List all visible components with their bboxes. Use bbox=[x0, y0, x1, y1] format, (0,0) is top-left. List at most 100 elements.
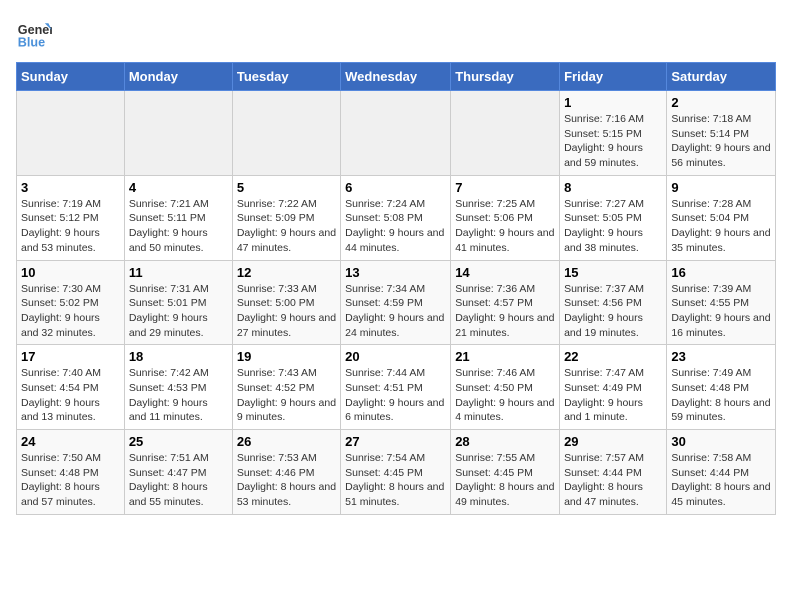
calendar-table: SundayMondayTuesdayWednesdayThursdayFrid… bbox=[16, 62, 776, 515]
calendar-cell: 14Sunrise: 7:36 AM Sunset: 4:57 PM Dayli… bbox=[451, 260, 560, 345]
day-info: Sunrise: 7:24 AM Sunset: 5:08 PM Dayligh… bbox=[345, 197, 446, 256]
day-number: 9 bbox=[671, 180, 771, 195]
calendar-cell: 25 Sunrise: 7:51 AM Sunset: 4:47 PM Dayli… bbox=[124, 430, 232, 515]
calendar-cell: 3Sunrise: 7:19 AM Sunset: 5:12 PM Daylig… bbox=[17, 175, 125, 260]
day-info: Sunrise: 7:58 AM Sunset: 4:44 PM Dayligh… bbox=[671, 451, 771, 510]
calendar-cell: 20 Sunrise: 7:44 AM Sunset: 4:51 PM Dayli… bbox=[341, 345, 451, 430]
weekday-header-friday: Friday bbox=[560, 63, 667, 91]
day-number: 16 bbox=[671, 265, 771, 280]
day-number: 12 bbox=[237, 265, 336, 280]
day-info: Sunrise: 7:57 AM Sunset: 4:44 PM Dayligh… bbox=[564, 451, 662, 510]
calendar-cell: 10 Sunrise: 7:30 AM Sunset: 5:02 PM Dayli… bbox=[17, 260, 125, 345]
logo-icon: General Blue bbox=[16, 16, 52, 52]
day-number: 22 bbox=[564, 349, 662, 364]
day-info: Sunrise: 7:50 AM Sunset: 4:48 PM Dayligh… bbox=[21, 451, 120, 510]
day-info: Sunrise: 7:43 AM Sunset: 4:52 PM Dayligh… bbox=[237, 366, 336, 425]
day-number: 5 bbox=[237, 180, 336, 195]
day-info: Sunrise: 7:22 AM Sunset: 5:09 PM Dayligh… bbox=[237, 197, 336, 256]
day-number: 2 bbox=[671, 95, 771, 110]
weekday-header-wednesday: Wednesday bbox=[341, 63, 451, 91]
day-info: Sunrise: 7:21 AM Sunset: 5:11 PM Dayligh… bbox=[129, 197, 228, 256]
day-info: Sunrise: 7:18 AM Sunset: 5:14 PM Dayligh… bbox=[671, 112, 771, 171]
calendar-cell: 30 Sunrise: 7:58 AM Sunset: 4:44 PM Dayli… bbox=[667, 430, 776, 515]
header: General Blue bbox=[16, 16, 776, 52]
calendar-cell: 26 Sunrise: 7:53 AM Sunset: 4:46 PM Dayli… bbox=[232, 430, 340, 515]
calendar-cell: 2 Sunrise: 7:18 AM Sunset: 5:14 PM Daylig… bbox=[667, 91, 776, 176]
day-number: 3 bbox=[21, 180, 120, 195]
calendar-cell: 22Sunrise: 7:47 AM Sunset: 4:49 PM Dayli… bbox=[560, 345, 667, 430]
weekday-header-sunday: Sunday bbox=[17, 63, 125, 91]
day-number: 13 bbox=[345, 265, 446, 280]
calendar-cell: 18 Sunrise: 7:42 AM Sunset: 4:53 PM Dayli… bbox=[124, 345, 232, 430]
calendar-cell: 12 Sunrise: 7:33 AM Sunset: 5:00 PM Dayli… bbox=[232, 260, 340, 345]
calendar-cell bbox=[232, 91, 340, 176]
day-info: Sunrise: 7:33 AM Sunset: 5:00 PM Dayligh… bbox=[237, 282, 336, 341]
calendar-week-row: 24 Sunrise: 7:50 AM Sunset: 4:48 PM Dayli… bbox=[17, 430, 776, 515]
day-number: 28 bbox=[455, 434, 555, 449]
day-info: Sunrise: 7:34 AM Sunset: 4:59 PM Dayligh… bbox=[345, 282, 446, 341]
calendar-cell: 15Sunrise: 7:37 AM Sunset: 4:56 PM Dayli… bbox=[560, 260, 667, 345]
calendar-cell bbox=[17, 91, 125, 176]
day-number: 18 bbox=[129, 349, 228, 364]
calendar-cell bbox=[451, 91, 560, 176]
calendar-cell: 6Sunrise: 7:24 AM Sunset: 5:08 PM Daylig… bbox=[341, 175, 451, 260]
day-info: Sunrise: 7:46 AM Sunset: 4:50 PM Dayligh… bbox=[455, 366, 555, 425]
day-number: 4 bbox=[129, 180, 228, 195]
day-info: Sunrise: 7:42 AM Sunset: 4:53 PM Dayligh… bbox=[129, 366, 228, 425]
weekday-header-tuesday: Tuesday bbox=[232, 63, 340, 91]
calendar-cell: 16 Sunrise: 7:39 AM Sunset: 4:55 PM Dayli… bbox=[667, 260, 776, 345]
calendar-week-row: 3Sunrise: 7:19 AM Sunset: 5:12 PM Daylig… bbox=[17, 175, 776, 260]
day-info: Sunrise: 7:30 AM Sunset: 5:02 PM Dayligh… bbox=[21, 282, 120, 341]
day-number: 29 bbox=[564, 434, 662, 449]
day-info: Sunrise: 7:31 AM Sunset: 5:01 PM Dayligh… bbox=[129, 282, 228, 341]
day-info: Sunrise: 7:49 AM Sunset: 4:48 PM Dayligh… bbox=[671, 366, 771, 425]
calendar-cell: 8 Sunrise: 7:27 AM Sunset: 5:05 PM Daylig… bbox=[560, 175, 667, 260]
calendar-cell: 17Sunrise: 7:40 AM Sunset: 4:54 PM Dayli… bbox=[17, 345, 125, 430]
calendar-cell: 4 Sunrise: 7:21 AM Sunset: 5:11 PM Daylig… bbox=[124, 175, 232, 260]
day-number: 26 bbox=[237, 434, 336, 449]
day-info: Sunrise: 7:27 AM Sunset: 5:05 PM Dayligh… bbox=[564, 197, 662, 256]
day-number: 20 bbox=[345, 349, 446, 364]
calendar-cell: 24 Sunrise: 7:50 AM Sunset: 4:48 PM Dayli… bbox=[17, 430, 125, 515]
weekday-header-thursday: Thursday bbox=[451, 63, 560, 91]
calendar-cell: 29 Sunrise: 7:57 AM Sunset: 4:44 PM Dayli… bbox=[560, 430, 667, 515]
day-number: 7 bbox=[455, 180, 555, 195]
day-info: Sunrise: 7:40 AM Sunset: 4:54 PM Dayligh… bbox=[21, 366, 120, 425]
day-info: Sunrise: 7:44 AM Sunset: 4:51 PM Dayligh… bbox=[345, 366, 446, 425]
calendar-cell: 1Sunrise: 7:16 AM Sunset: 5:15 PM Daylig… bbox=[560, 91, 667, 176]
day-number: 11 bbox=[129, 265, 228, 280]
calendar-week-row: 17Sunrise: 7:40 AM Sunset: 4:54 PM Dayli… bbox=[17, 345, 776, 430]
calendar-cell: 5 Sunrise: 7:22 AM Sunset: 5:09 PM Daylig… bbox=[232, 175, 340, 260]
day-info: Sunrise: 7:53 AM Sunset: 4:46 PM Dayligh… bbox=[237, 451, 336, 510]
weekday-header-monday: Monday bbox=[124, 63, 232, 91]
day-number: 27 bbox=[345, 434, 446, 449]
calendar-cell: 7 Sunrise: 7:25 AM Sunset: 5:06 PM Daylig… bbox=[451, 175, 560, 260]
day-number: 25 bbox=[129, 434, 228, 449]
day-number: 23 bbox=[671, 349, 771, 364]
calendar-cell: 28 Sunrise: 7:55 AM Sunset: 4:45 PM Dayli… bbox=[451, 430, 560, 515]
day-number: 30 bbox=[671, 434, 771, 449]
day-info: Sunrise: 7:55 AM Sunset: 4:45 PM Dayligh… bbox=[455, 451, 555, 510]
day-number: 15 bbox=[564, 265, 662, 280]
weekday-header-row: SundayMondayTuesdayWednesdayThursdayFrid… bbox=[17, 63, 776, 91]
day-info: Sunrise: 7:16 AM Sunset: 5:15 PM Dayligh… bbox=[564, 112, 662, 171]
day-info: Sunrise: 7:51 AM Sunset: 4:47 PM Dayligh… bbox=[129, 451, 228, 510]
calendar-cell: 11 Sunrise: 7:31 AM Sunset: 5:01 PM Dayli… bbox=[124, 260, 232, 345]
day-number: 21 bbox=[455, 349, 555, 364]
calendar-cell bbox=[341, 91, 451, 176]
logo: General Blue bbox=[16, 16, 52, 52]
calendar-week-row: 10 Sunrise: 7:30 AM Sunset: 5:02 PM Dayli… bbox=[17, 260, 776, 345]
calendar-cell: 19Sunrise: 7:43 AM Sunset: 4:52 PM Dayli… bbox=[232, 345, 340, 430]
day-info: Sunrise: 7:28 AM Sunset: 5:04 PM Dayligh… bbox=[671, 197, 771, 256]
day-number: 8 bbox=[564, 180, 662, 195]
day-number: 24 bbox=[21, 434, 120, 449]
calendar-cell: 27 Sunrise: 7:54 AM Sunset: 4:45 PM Dayli… bbox=[341, 430, 451, 515]
day-info: Sunrise: 7:54 AM Sunset: 4:45 PM Dayligh… bbox=[345, 451, 446, 510]
calendar-cell: 13 Sunrise: 7:34 AM Sunset: 4:59 PM Dayli… bbox=[341, 260, 451, 345]
svg-text:Blue: Blue bbox=[18, 36, 45, 50]
calendar-week-row: 1Sunrise: 7:16 AM Sunset: 5:15 PM Daylig… bbox=[17, 91, 776, 176]
day-info: Sunrise: 7:39 AM Sunset: 4:55 PM Dayligh… bbox=[671, 282, 771, 341]
day-number: 10 bbox=[21, 265, 120, 280]
day-info: Sunrise: 7:25 AM Sunset: 5:06 PM Dayligh… bbox=[455, 197, 555, 256]
calendar-cell: 21 Sunrise: 7:46 AM Sunset: 4:50 PM Dayli… bbox=[451, 345, 560, 430]
